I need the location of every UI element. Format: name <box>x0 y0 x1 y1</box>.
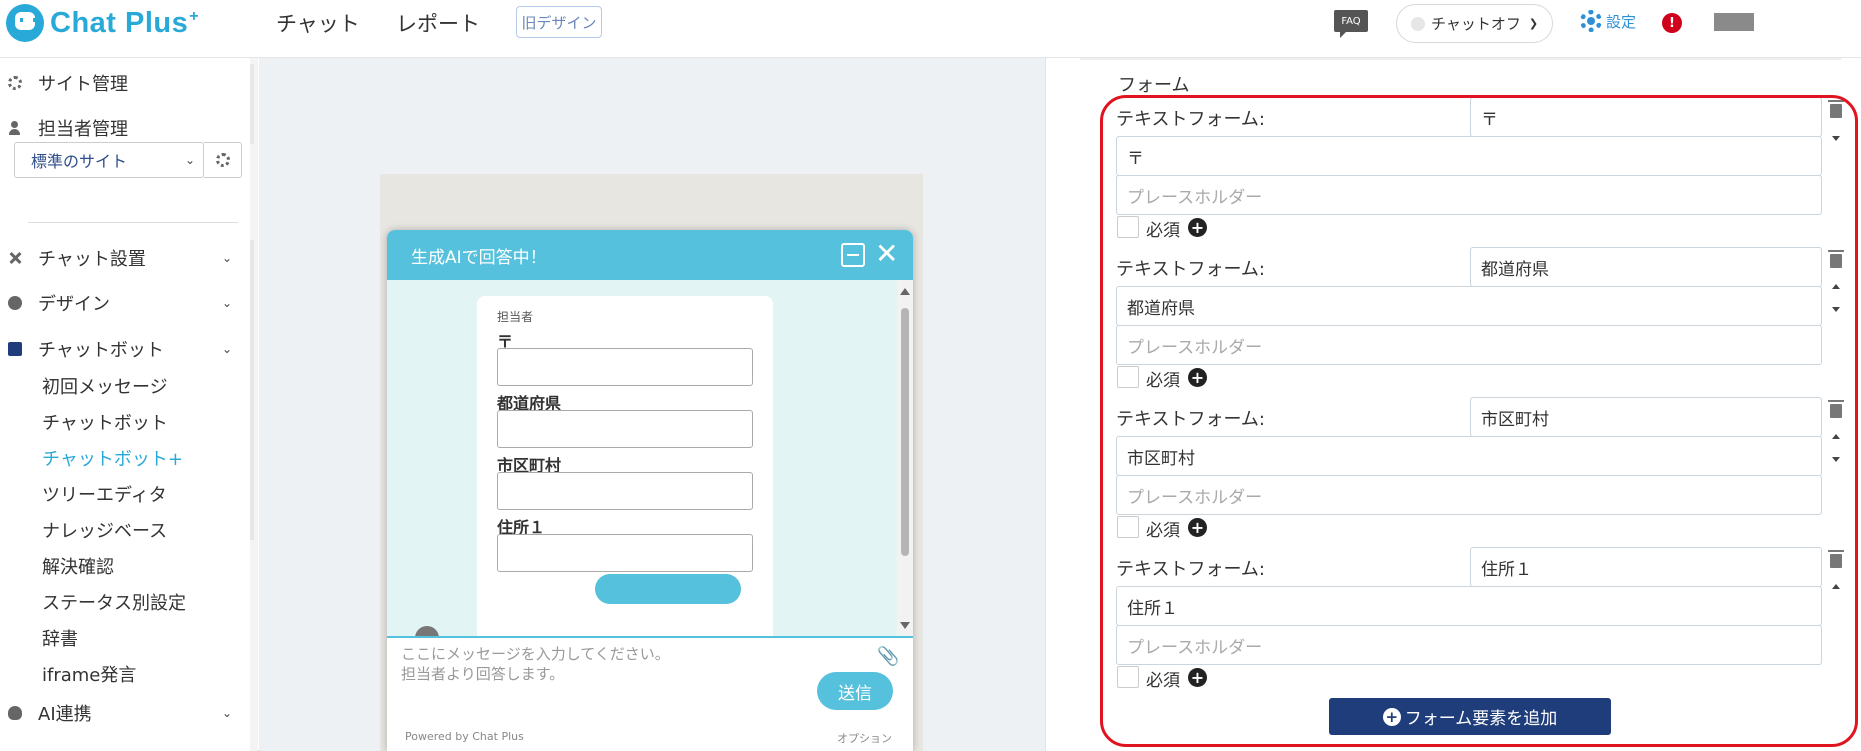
minimize-icon[interactable] <box>841 243 865 267</box>
highlight-annotation <box>1100 95 1858 747</box>
site-select-value: 標準のサイト <box>31 152 128 171</box>
chat-plus-logo-icon <box>6 4 44 42</box>
sidebar-item-ai[interactable]: AI連携 ⌄ <box>0 700 232 726</box>
nav-chat[interactable]: チャット <box>276 8 360 38</box>
sidebar-item-label: チャットボット <box>38 340 164 361</box>
gears-icon <box>8 76 22 90</box>
message-placeholder: ここにメッセージを入力してください。 担当者より回答します。 <box>401 645 670 683</box>
chat-widget-preview: 生成AIで回答中！ ✕ 担当者 〒 都道府県 市区町村 住所１ ここにメッセージ… <box>387 230 913 751</box>
close-icon[interactable]: ✕ <box>875 238 898 270</box>
app-logo[interactable]: Chat Plus+ <box>6 4 199 42</box>
user-avatar[interactable] <box>1714 13 1754 31</box>
form-submit-button[interactable] <box>595 574 741 604</box>
options-link[interactable]: オプション <box>837 730 892 746</box>
sidebar-item-design[interactable]: デザイン ⌄ <box>0 290 232 316</box>
chevron-down-icon: ⌄ <box>222 296 233 310</box>
chevron-down-icon: ⌄ <box>185 153 196 167</box>
sidebar-subitem-tree-editor[interactable]: ツリーエディタ <box>42 481 167 507</box>
settings-label: 設定 <box>1606 12 1637 31</box>
tools-icon <box>8 251 22 265</box>
sidebar-subitem-chatbot[interactable]: チャットボット <box>42 409 168 435</box>
sidebar-item-label: サイト管理 <box>38 74 128 95</box>
divider <box>1080 58 1841 60</box>
settings-link[interactable]: 設定 <box>1580 10 1636 32</box>
chevron-down-icon: ⌄ <box>222 342 233 356</box>
top-header: Chat Plus+ チャット レポート 旧デザイン FAQ チャットオフ ❯ … <box>0 0 1861 58</box>
logo-text: Chat Plus+ <box>50 6 200 39</box>
form-section-title: フォーム <box>1118 75 1190 96</box>
chevron-down-icon: ⌄ <box>222 251 233 265</box>
divider <box>28 222 238 223</box>
chat-status-label: チャットオフ <box>1431 15 1521 33</box>
status-dot-icon <box>1411 16 1425 31</box>
sidebar-subitem-iframe[interactable]: iframe発言 <box>42 661 136 687</box>
alert-icon[interactable]: ! <box>1662 13 1682 33</box>
sidebar-item-label: チャット設置 <box>38 249 146 270</box>
sidebar-subitem-chatbot-plus[interactable]: チャットボット+ <box>42 445 183 471</box>
gear-icon <box>1580 10 1602 32</box>
site-select[interactable]: 標準のサイト ⌄ <box>14 142 204 178</box>
scroll-up-icon[interactable] <box>900 288 910 295</box>
chevron-down-icon: ⌄ <box>222 706 233 720</box>
gears-icon <box>215 153 230 167</box>
postal-input[interactable] <box>497 348 753 386</box>
nav-report[interactable]: レポート <box>396 8 480 38</box>
send-button[interactable]: 送信 <box>817 672 893 710</box>
sidebar-item-site-management[interactable]: サイト管理 <box>0 70 128 96</box>
chevron-down-icon: ❯ <box>1528 17 1539 30</box>
scrollbar-thumb[interactable] <box>901 308 909 556</box>
sidebar-item-label: AI連携 <box>38 704 92 725</box>
scroll-down-icon[interactable] <box>900 622 910 629</box>
sidebar-scrollbar-thumb[interactable] <box>250 240 254 540</box>
sidebar-subitem-first-message[interactable]: 初回メッセージ <box>42 373 168 399</box>
site-settings-button[interactable] <box>204 142 242 178</box>
sidebar: サイト管理 担当者管理 標準のサイト ⌄ チャット設置 ⌄ デザイン ⌄ チャッ… <box>0 58 250 751</box>
old-design-button[interactable]: 旧デザイン <box>516 6 602 38</box>
faq-icon[interactable]: FAQ <box>1334 10 1368 38</box>
sidebar-item-staff-management[interactable]: 担当者管理 <box>0 115 128 141</box>
powered-by: Powered by Chat Plus <box>405 730 524 743</box>
user-gear-icon <box>8 121 22 135</box>
widget-body: 担当者 〒 都道府県 市区町村 住所１ <box>387 280 897 656</box>
sidebar-scrollbar-thumb[interactable] <box>250 64 254 144</box>
sidebar-subitem-status-settings[interactable]: ステータス別設定 <box>42 589 186 615</box>
sidebar-item-chatbot[interactable]: チャットボット ⌄ <box>0 336 232 362</box>
bulb-icon <box>8 706 22 720</box>
sidebar-subitem-knowledge-base[interactable]: ナレッジベース <box>42 517 167 543</box>
message-input-area[interactable]: ここにメッセージを入力してください。 担当者より回答します。 📎 送信 Powe… <box>387 636 913 751</box>
sidebar-item-label: デザイン <box>38 294 110 315</box>
chat-status-dropdown[interactable]: チャットオフ ❯ <box>1396 4 1553 43</box>
sidebar-subitem-resolution-check[interactable]: 解決確認 <box>42 553 114 579</box>
sidebar-item-label: 担当者管理 <box>38 119 128 140</box>
form-card: 担当者 〒 都道府県 市区町村 住所１ <box>477 296 773 656</box>
sidebar-item-chat-setup[interactable]: チャット設置 ⌄ <box>0 245 232 271</box>
staff-label: 担当者 <box>497 310 534 324</box>
widget-header: 生成AIで回答中！ ✕ <box>387 230 913 280</box>
paperclip-icon[interactable]: 📎 <box>877 646 899 667</box>
address-input[interactable] <box>497 534 753 572</box>
chat-bubbles-icon <box>8 342 22 356</box>
city-input[interactable] <box>497 472 753 510</box>
widget-scrollbar[interactable] <box>897 280 913 636</box>
widget-title: 生成AIで回答中！ <box>411 247 547 268</box>
sidebar-subitem-dictionary[interactable]: 辞書 <box>42 625 78 651</box>
prefecture-input[interactable] <box>497 410 753 448</box>
palette-icon <box>8 296 22 310</box>
